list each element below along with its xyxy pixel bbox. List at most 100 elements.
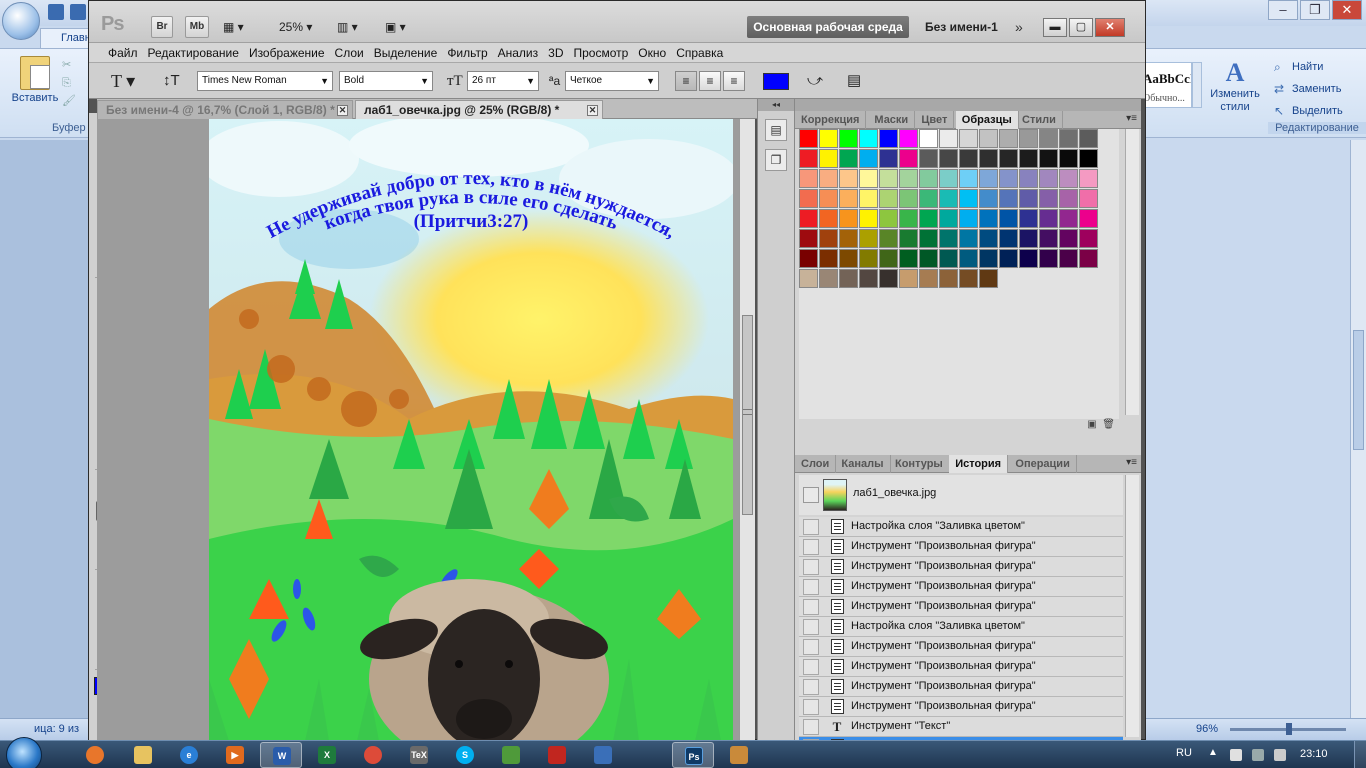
save-icon[interactable]: [48, 4, 64, 20]
color-swatch[interactable]: [939, 249, 958, 268]
history-step[interactable]: T Инструмент "Текст": [799, 717, 1123, 737]
history-brush-source[interactable]: [803, 679, 819, 695]
color-swatch[interactable]: [899, 189, 918, 208]
align-right-button[interactable]: ≡: [723, 71, 745, 91]
color-swatch[interactable]: [1059, 189, 1078, 208]
ps-maximize-button[interactable]: ▢: [1069, 18, 1093, 37]
color-swatch[interactable]: [979, 149, 998, 168]
replace-button[interactable]: ⇄ Заменить: [1272, 78, 1364, 100]
color-swatch[interactable]: [919, 229, 938, 248]
taskbar-firefox[interactable]: [74, 742, 116, 768]
taskbar-photoshop[interactable]: Ps: [672, 742, 714, 768]
color-swatch[interactable]: [1059, 129, 1078, 148]
font-size-select[interactable]: 26 пт ▼: [467, 71, 539, 91]
zoom-level[interactable]: 96%: [1196, 723, 1218, 735]
color-swatch[interactable]: [899, 129, 918, 148]
delete-swatch-icon[interactable]: 🗑: [1102, 419, 1115, 430]
color-swatch[interactable]: [999, 149, 1018, 168]
panel-top-tab[interactable]: Маски: [868, 111, 916, 129]
color-swatch[interactable]: [819, 269, 838, 288]
panel-bottom-tab[interactable]: Операции: [1009, 455, 1077, 473]
color-swatch[interactable]: [799, 129, 818, 148]
color-swatch[interactable]: [839, 209, 858, 228]
color-swatch[interactable]: [1039, 149, 1058, 168]
color-swatch[interactable]: [819, 249, 838, 268]
color-swatch[interactable]: [899, 169, 918, 188]
color-swatch[interactable]: [999, 249, 1018, 268]
color-swatch[interactable]: [879, 189, 898, 208]
color-swatch[interactable]: [859, 249, 878, 268]
menu-item[interactable]: 3D: [543, 43, 568, 62]
color-swatch[interactable]: [939, 229, 958, 248]
color-swatch[interactable]: [1059, 229, 1078, 248]
panels-collapse-strip[interactable]: [795, 99, 1141, 111]
color-swatch[interactable]: [879, 129, 898, 148]
workspace-button[interactable]: Основная рабочая среда: [747, 16, 909, 38]
color-swatch[interactable]: [1039, 249, 1058, 268]
color-swatch[interactable]: [899, 149, 918, 168]
taskbar-excel[interactable]: X: [306, 742, 348, 768]
history-step[interactable]: Инструмент "Произвольная фигура": [799, 577, 1123, 597]
color-swatch[interactable]: [899, 229, 918, 248]
color-swatch[interactable]: [1019, 129, 1038, 148]
close-button[interactable]: ✕: [1332, 0, 1362, 20]
color-swatch[interactable]: [939, 149, 958, 168]
history-brush-source[interactable]: [803, 699, 819, 715]
history-brush-source[interactable]: [803, 519, 819, 535]
screen-mode-dropdown[interactable]: ▣ ▾: [385, 16, 406, 38]
color-swatch[interactable]: [939, 189, 958, 208]
color-swatch[interactable]: [1059, 169, 1078, 188]
color-swatch[interactable]: [939, 269, 958, 288]
color-swatch[interactable]: [939, 129, 958, 148]
panel-bottom-tab[interactable]: Каналы: [835, 455, 891, 473]
styles-scroll[interactable]: [1192, 62, 1202, 108]
history-brush-source[interactable]: [803, 599, 819, 615]
color-swatch[interactable]: [799, 189, 818, 208]
color-swatch[interactable]: [1039, 229, 1058, 248]
color-swatch[interactable]: [859, 269, 878, 288]
clock[interactable]: 23:10: [1300, 748, 1328, 760]
canvas-vertical-scrollbar[interactable]: [739, 119, 755, 741]
color-swatch[interactable]: [879, 209, 898, 228]
scroll-thumb[interactable]: [1353, 330, 1364, 450]
taskbar-tex[interactable]: TeX: [398, 742, 440, 768]
color-swatch[interactable]: [919, 149, 938, 168]
color-swatch[interactable]: [959, 229, 978, 248]
history-brush-source[interactable]: [803, 659, 819, 675]
text-color-swatch[interactable]: [763, 73, 789, 90]
panel-bottom-tab[interactable]: История: [949, 455, 1009, 473]
history-brush-source[interactable]: [803, 487, 819, 503]
color-swatch[interactable]: [1059, 249, 1078, 268]
history-step[interactable]: Инструмент "Произвольная фигура": [799, 557, 1123, 577]
panel-bottom-tab[interactable]: Слои: [795, 455, 837, 473]
taskbar-skype[interactable]: S: [444, 742, 486, 768]
color-swatch[interactable]: [959, 189, 978, 208]
canvas-scroll-thumb[interactable]: [742, 315, 753, 515]
color-swatch[interactable]: [899, 249, 918, 268]
color-swatch[interactable]: [799, 249, 818, 268]
dock-collapse-icon[interactable]: ◂◂: [758, 99, 794, 111]
close-tab-icon[interactable]: ✕: [587, 105, 598, 116]
taskbar-acrobat[interactable]: [536, 742, 578, 768]
bridge-button[interactable]: Br: [151, 16, 173, 38]
history-brush-source[interactable]: [803, 639, 819, 655]
history-step[interactable]: Настройка слоя "Заливка цветом": [799, 517, 1123, 537]
menu-item[interactable]: Изображение: [244, 43, 330, 62]
panel-top-tab[interactable]: Коррекция: [795, 111, 867, 129]
color-swatch[interactable]: [819, 229, 838, 248]
color-swatch[interactable]: [1079, 249, 1098, 268]
taskbar-explorer[interactable]: [122, 742, 164, 768]
history-step[interactable]: Инструмент "Произвольная фигура": [799, 657, 1123, 677]
color-swatch[interactable]: [839, 249, 858, 268]
color-swatch[interactable]: [819, 189, 838, 208]
history-step[interactable]: Инструмент "Произвольная фигура": [799, 677, 1123, 697]
ps-close-button[interactable]: ✕: [1095, 18, 1125, 37]
color-swatch[interactable]: [959, 209, 978, 228]
menu-item[interactable]: Фильтр: [442, 43, 492, 62]
font-style-select[interactable]: Bold ▼: [339, 71, 433, 91]
color-swatch[interactable]: [799, 229, 818, 248]
color-swatch[interactable]: [959, 149, 978, 168]
history-brush-source[interactable]: [803, 539, 819, 555]
minimize-button[interactable]: –: [1268, 0, 1298, 20]
color-swatch[interactable]: [819, 129, 838, 148]
